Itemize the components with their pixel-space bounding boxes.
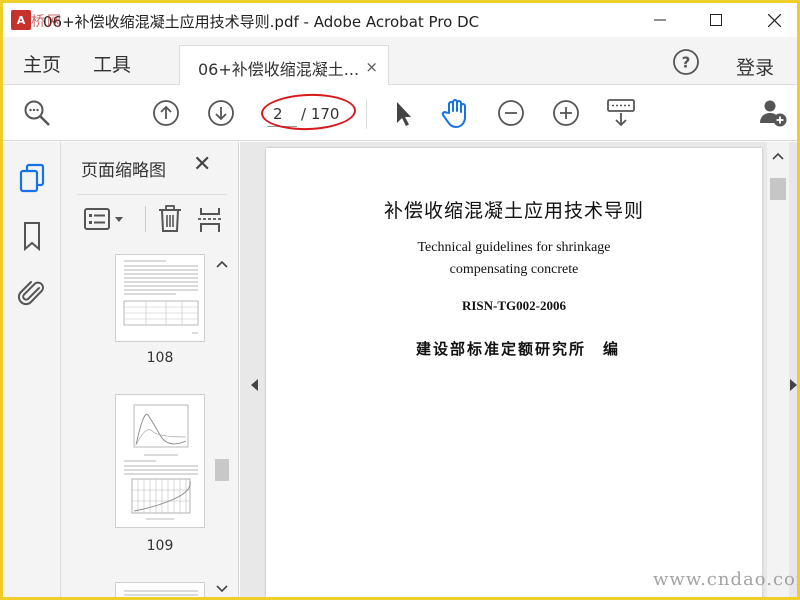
document-organization: 建设部标准定额研究所 编 [416, 340, 621, 358]
thumbnail-label: 109 [146, 538, 174, 554]
panel-close-button[interactable]: ✕ [193, 152, 211, 177]
chevron-up-icon[interactable] [216, 260, 228, 268]
thumbnail-preview [123, 260, 199, 334]
menu-tools[interactable]: 工具 [93, 50, 131, 77]
hand-icon [441, 99, 466, 128]
collapse-panel-arrow-icon[interactable] [251, 379, 258, 391]
document-title-en-line2: compensating concrete [449, 262, 579, 277]
search-button[interactable] [21, 97, 53, 129]
menu-bar: 主页 工具 06+补偿收缩混凝土... × ? 登录 [3, 37, 797, 86]
attachment-paperclip-icon[interactable] [17, 278, 47, 310]
zoom-out-button[interactable] [495, 97, 527, 129]
document-title-en-line1: Technical guidelines for shrinkage [417, 240, 611, 255]
thumbnails-list: 108 109 [61, 254, 221, 597]
pdf-page[interactable]: 补偿收缩混凝土应用技术导则 Technical guidelines for s… [266, 148, 762, 597]
keyboard-scroll-icon [607, 99, 635, 127]
chevron-down-icon[interactable] [216, 585, 228, 593]
select-tool-button[interactable] [387, 97, 419, 129]
svg-text:?: ? [682, 54, 691, 72]
document-code: RISN-TG002-2006 [461, 298, 566, 313]
left-navigation-rail [3, 142, 61, 597]
thumbnail-preview [124, 590, 198, 596]
document-tab[interactable]: 06+补偿收缩混凝土... × [179, 45, 389, 86]
next-page-button[interactable] [205, 97, 237, 129]
acrobat-app-icon[interactable]: A [11, 10, 31, 30]
tab-close-button[interactable]: × [365, 58, 378, 76]
minimize-icon [654, 19, 666, 21]
bookmark-icon[interactable] [17, 220, 47, 252]
hand-tool-button[interactable] [440, 97, 472, 129]
panel-tool-divider [145, 206, 146, 232]
page-thumbnails-icon[interactable] [17, 162, 47, 194]
arrow-up-circle-icon [153, 100, 179, 126]
thumbnail-preview [124, 404, 198, 520]
toolbar-divider [366, 99, 367, 129]
site-watermark: www.cndao.com [653, 569, 797, 590]
document-view[interactable]: 补偿收缩混凝土应用技术导则 Technical guidelines for s… [240, 142, 797, 597]
acrobat-window: A 06+补偿收缩混凝土应用技术导则.pdf - Adobe Acrobat P… [3, 3, 797, 597]
scrolling-mode-button[interactable] [605, 97, 637, 129]
chevron-up-icon[interactable] [772, 152, 784, 160]
thumbnails-scrollbar[interactable] [211, 254, 233, 597]
extract-pages-icon[interactable] [195, 204, 225, 234]
thumbnail-options-icon[interactable] [83, 204, 127, 234]
help-icon[interactable]: ? [672, 48, 700, 76]
prev-page-button[interactable] [150, 97, 182, 129]
thumbnail-page[interactable] [115, 582, 205, 597]
thumbnail-page[interactable] [115, 254, 205, 342]
close-window-button[interactable] [751, 3, 797, 37]
zoom-in-icon [553, 100, 579, 126]
zoom-in-button[interactable] [550, 97, 582, 129]
panel-title: 页面缩略图 [81, 161, 166, 181]
toolbar: / 170 [3, 85, 797, 141]
thumbnail-label: 108 [146, 350, 174, 366]
document-scrollbar[interactable] [767, 142, 789, 597]
zoom-out-icon [498, 100, 524, 126]
document-tab-label: 06+补偿收缩混凝土... [198, 60, 360, 79]
document-title-cn: 补偿收缩混凝土应用技术导则 [383, 200, 644, 222]
add-user-icon [760, 100, 787, 127]
maximize-button[interactable] [693, 3, 739, 37]
cursor-arrow-icon [397, 102, 411, 126]
thumbnails-panel: 页面缩略图 ✕ 108 109 [61, 142, 239, 597]
watermark-logo: 桥网 [31, 14, 63, 30]
arrow-down-circle-icon [208, 100, 234, 126]
scrollbar-thumb[interactable] [215, 459, 229, 481]
minimize-button[interactable] [637, 3, 683, 37]
expand-right-pane-arrow-icon[interactable] [790, 379, 797, 391]
close-icon [767, 13, 781, 27]
menu-home[interactable]: 主页 [23, 50, 61, 77]
scrollbar-thumb[interactable] [770, 178, 786, 200]
trash-icon[interactable] [155, 204, 185, 234]
share-user-button[interactable] [757, 97, 789, 129]
search-icon [24, 100, 50, 126]
title-bar: A 06+补偿收缩混凝土应用技术导则.pdf - Adobe Acrobat P… [3, 3, 797, 37]
login-button[interactable]: 登录 [736, 53, 774, 80]
thumbnail-page[interactable] [115, 394, 205, 528]
window-title: 06+补偿收缩混凝土应用技术导则.pdf - Adobe Acrobat Pro… [43, 13, 480, 31]
panel-divider [77, 194, 227, 195]
maximize-icon [710, 14, 722, 26]
